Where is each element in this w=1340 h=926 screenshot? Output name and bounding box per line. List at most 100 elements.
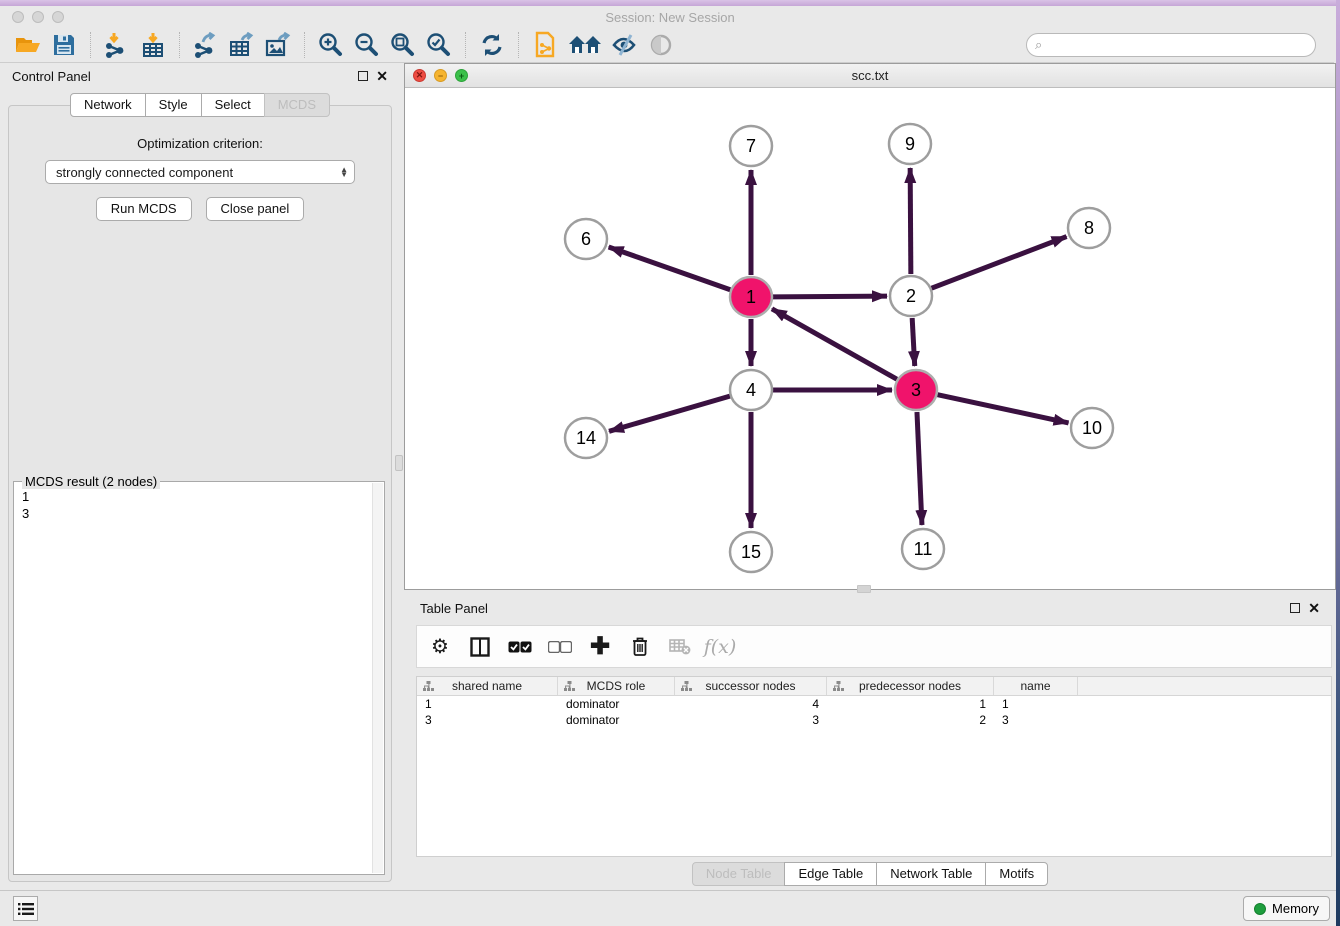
graph-node-14[interactable]: 14 (565, 418, 607, 458)
column-header-shared-name[interactable]: shared name (417, 677, 558, 695)
tab-mcds[interactable]: MCDS (264, 93, 330, 117)
column-header-name[interactable]: name (994, 677, 1078, 695)
search-input[interactable] (1042, 36, 1315, 54)
task-history-button[interactable] (13, 896, 38, 921)
tab-edge-table[interactable]: Edge Table (784, 862, 877, 886)
refresh-layout-icon[interactable] (477, 31, 507, 59)
float-table-panel-icon[interactable] (1290, 603, 1300, 613)
network-zoom-button[interactable]: + (455, 69, 468, 82)
table-cell[interactable]: dominator (558, 712, 675, 728)
show-columns-icon[interactable] (467, 634, 493, 660)
column-header-predecessor-nodes[interactable]: predecessor nodes (827, 677, 994, 695)
status-bar: Memory (0, 890, 1340, 926)
table-cell[interactable]: 3 (994, 712, 1078, 728)
close-panel-button[interactable]: Close panel (206, 197, 305, 221)
network-titlebar[interactable]: scc.txt ✕ − + (405, 64, 1335, 88)
column-header-MCDS-role[interactable]: MCDS role (558, 677, 675, 695)
network-canvas[interactable]: 7 9 6 8 1 2 4 3 14 10 15 11 (405, 88, 1335, 589)
network-graph[interactable]: 7 9 6 8 1 2 4 3 14 10 15 11 (405, 88, 1335, 589)
svg-text:6: 6 (581, 229, 591, 249)
maximize-window-button[interactable] (52, 11, 64, 23)
graph-edge-2-9[interactable] (910, 168, 911, 274)
create-column-icon[interactable]: ✚ (587, 634, 613, 660)
graph-node-2[interactable]: 2 (890, 276, 932, 316)
criterion-select[interactable]: strongly connected component ▲▼ (45, 160, 355, 184)
minimize-window-button[interactable] (32, 11, 44, 23)
close-panel-icon[interactable]: ✕ (376, 71, 388, 81)
column-label: name (1020, 679, 1050, 693)
import-table-icon[interactable] (138, 31, 168, 59)
table-cell[interactable]: 1 (827, 696, 994, 712)
search-box[interactable]: ⌕ (1026, 33, 1316, 57)
graph-node-7[interactable]: 7 (730, 126, 772, 166)
column-header-successor-nodes[interactable]: successor nodes (675, 677, 827, 695)
graph-node-15[interactable]: 15 (730, 532, 772, 572)
graph-node-8[interactable]: 8 (1068, 208, 1110, 248)
close-window-button[interactable] (12, 11, 24, 23)
node-table[interactable]: shared nameMCDS rolesuccessor nodesprede… (416, 676, 1332, 857)
desktop-edge-top (0, 0, 1340, 6)
table-row[interactable]: 1dominator411 (417, 696, 1331, 712)
graph-edge-2-3[interactable] (912, 318, 915, 366)
graph-node-1[interactable]: 1 (730, 277, 772, 317)
graph-edge-4-14[interactable] (609, 396, 730, 431)
table-cell[interactable]: 4 (675, 696, 827, 712)
open-file-icon[interactable] (13, 31, 43, 59)
table-row[interactable]: 3dominator323 (417, 712, 1331, 728)
graph-edge-3-10[interactable] (938, 395, 1069, 423)
zoom-selected-icon[interactable] (424, 31, 454, 59)
graph-edge-1-2[interactable] (773, 296, 887, 297)
delete-column-icon[interactable] (627, 634, 653, 660)
export-image-icon[interactable] (263, 31, 293, 59)
delete-table-icon (667, 634, 693, 660)
table-cell[interactable]: 3 (675, 712, 827, 728)
hide-selected-icon[interactable] (610, 31, 640, 59)
show-all-icon[interactable] (646, 31, 676, 59)
close-table-panel-icon[interactable]: ✕ (1308, 603, 1320, 613)
graph-edge-3-11[interactable] (917, 412, 922, 525)
network-minimize-button[interactable]: − (434, 69, 447, 82)
tab-select[interactable]: Select (201, 93, 265, 117)
table-cell[interactable]: 2 (827, 712, 994, 728)
network-close-button[interactable]: ✕ (413, 69, 426, 82)
mcds-result-text[interactable]: 1 3 (16, 484, 371, 872)
copy-style-icon[interactable] (530, 31, 560, 59)
graph-node-10[interactable]: 10 (1071, 408, 1113, 448)
graph-node-6[interactable]: 6 (565, 219, 607, 259)
import-network-icon[interactable] (102, 31, 132, 59)
tab-node-table[interactable]: Node Table (692, 862, 786, 886)
run-mcds-button[interactable]: Run MCDS (96, 197, 192, 221)
zoom-fit-icon[interactable] (388, 31, 418, 59)
main-toolbar: ⌕ (0, 28, 1334, 63)
tab-network[interactable]: Network (70, 93, 146, 117)
deselect-all-rows-icon[interactable] (547, 634, 573, 660)
table-cell[interactable]: 1 (417, 696, 558, 712)
zoom-in-icon[interactable] (316, 31, 346, 59)
graph-edge-2-8[interactable] (932, 237, 1067, 289)
graph-edge-1-6[interactable] (609, 247, 731, 290)
table-header-row: shared nameMCDS rolesuccessor nodesprede… (417, 677, 1331, 696)
result-scrollbar[interactable] (372, 483, 383, 873)
horizontal-splitter-handle[interactable] (857, 585, 871, 593)
vertical-splitter-handle[interactable] (395, 455, 403, 471)
table-settings-icon[interactable]: ⚙ (427, 634, 453, 660)
tab-motifs[interactable]: Motifs (985, 862, 1048, 886)
float-panel-icon[interactable] (358, 71, 368, 81)
graph-node-9[interactable]: 9 (889, 124, 931, 164)
zoom-out-icon[interactable] (352, 31, 382, 59)
graph-node-11[interactable]: 11 (902, 529, 944, 569)
first-neighbors-icon[interactable] (566, 31, 604, 59)
graph-node-4[interactable]: 4 (730, 370, 772, 410)
graph-edge-3-1[interactable] (772, 309, 897, 379)
save-session-icon[interactable] (49, 31, 79, 59)
tab-network-table[interactable]: Network Table (876, 862, 986, 886)
table-cell[interactable]: 1 (994, 696, 1078, 712)
table-cell[interactable]: dominator (558, 696, 675, 712)
tab-style[interactable]: Style (145, 93, 202, 117)
export-table-icon[interactable] (227, 31, 257, 59)
memory-button[interactable]: Memory (1243, 896, 1330, 921)
graph-node-3[interactable]: 3 (895, 370, 937, 410)
table-cell[interactable]: 3 (417, 712, 558, 728)
select-all-rows-icon[interactable] (507, 634, 533, 660)
export-network-icon[interactable] (191, 31, 221, 59)
